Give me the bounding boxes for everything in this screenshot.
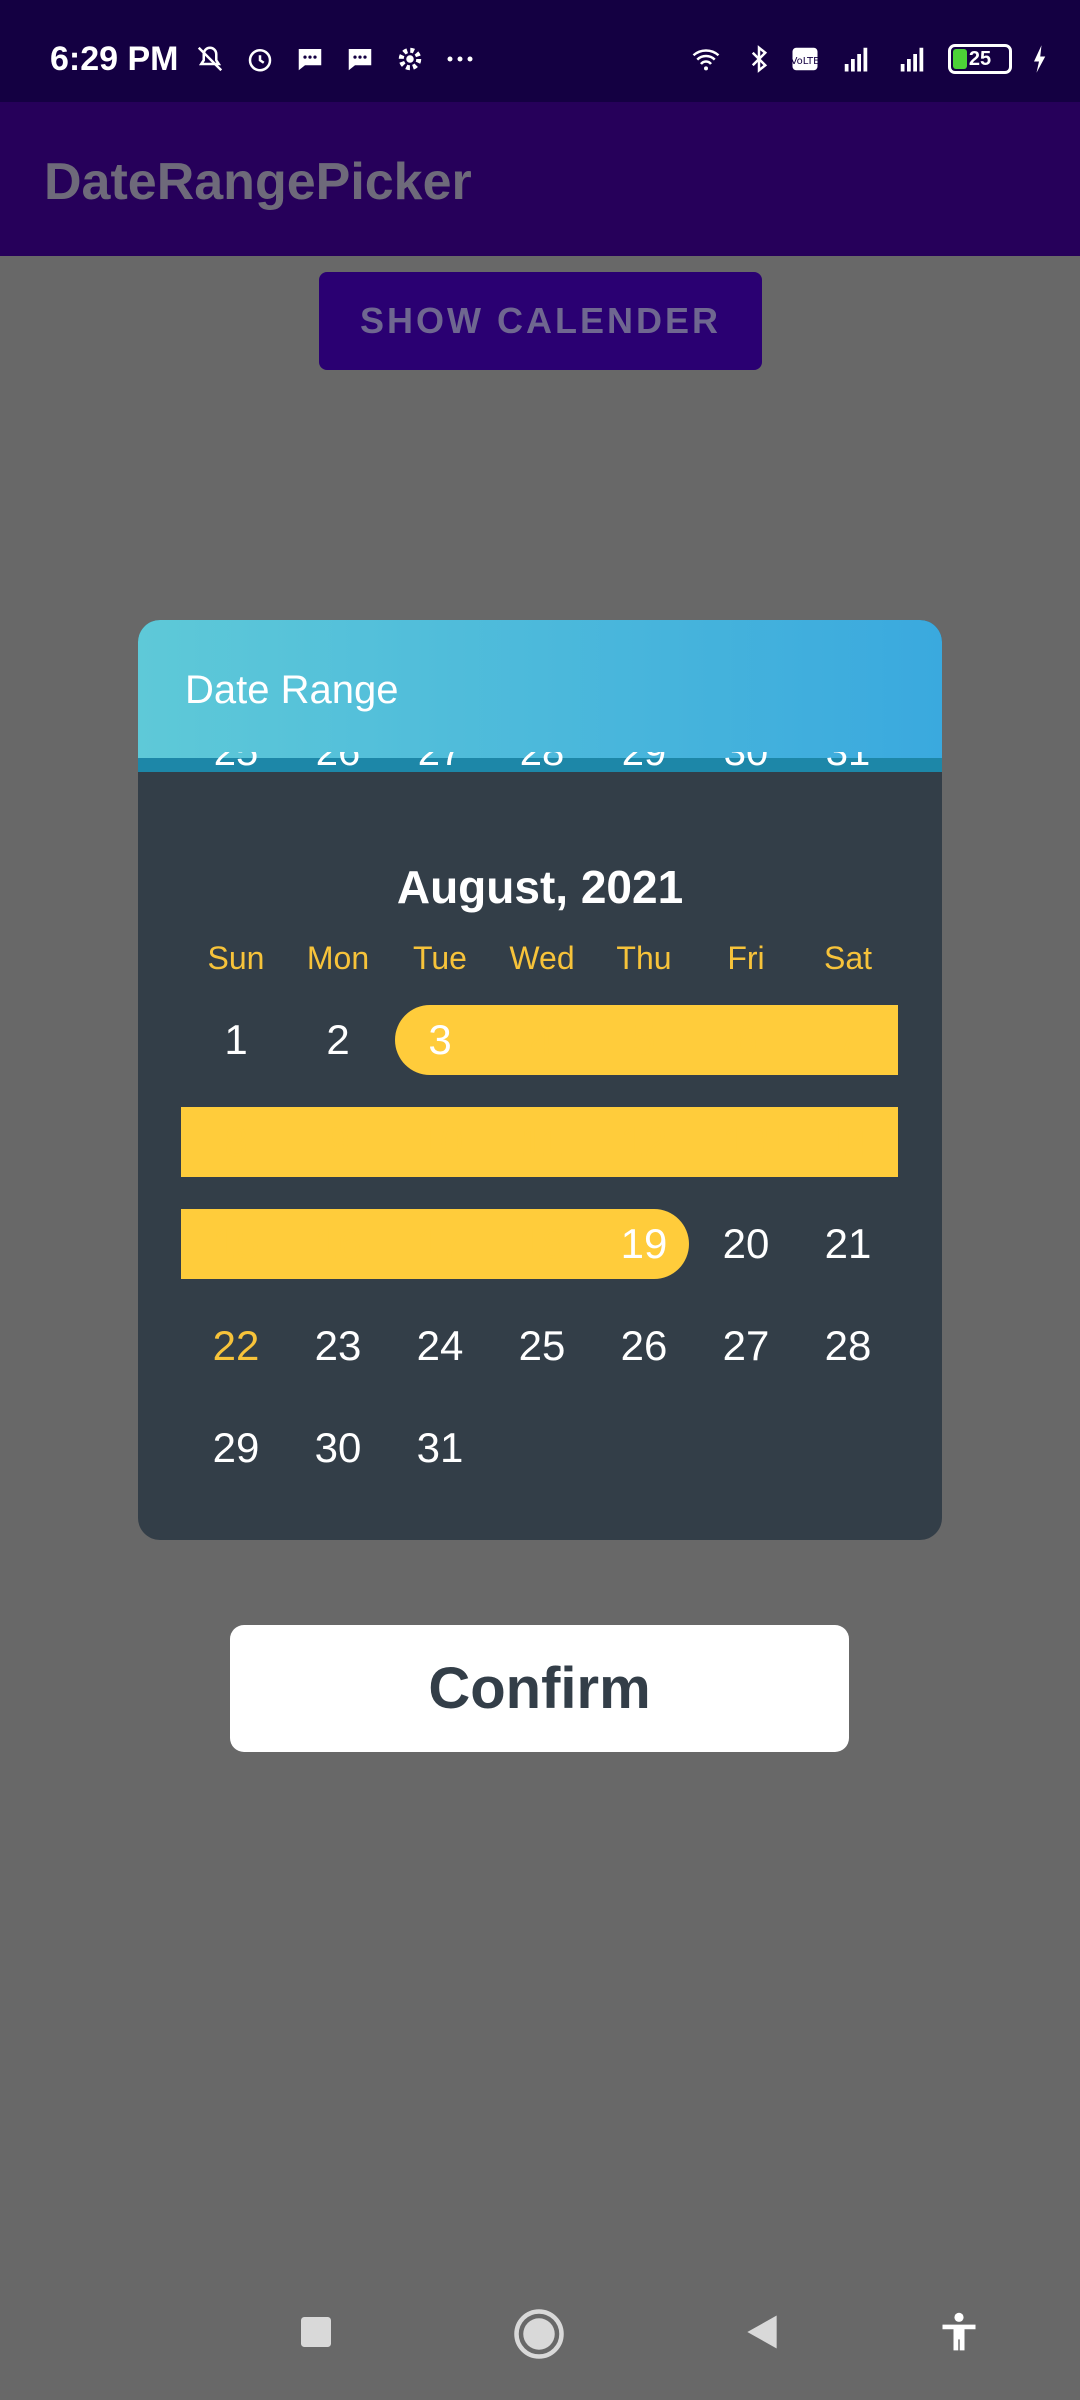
prev-month-day[interactable]: 31	[797, 752, 898, 775]
weekday-header: Sun Mon Tue Wed Thu Fri Sat	[182, 940, 898, 980]
nav-bar	[0, 2290, 1080, 2380]
calendar-day[interactable]: 14	[797, 1107, 899, 1177]
calendar-day[interactable]: 30	[287, 1413, 389, 1483]
calendar-day[interactable]: 20	[695, 1209, 797, 1279]
calendar-day[interactable]: 16	[287, 1209, 389, 1279]
calendar-day[interactable]: 10	[389, 1107, 491, 1177]
calendar-day[interactable]: 24	[389, 1311, 491, 1381]
dialog-header: Date Range	[138, 620, 942, 758]
weekday-wed: Wed	[509, 940, 575, 976]
alarm-icon	[248, 49, 272, 72]
calendar-day[interactable]: 23	[287, 1311, 389, 1381]
app-title: DateRangePicker	[44, 153, 472, 211]
calendar-day[interactable]: 6	[695, 1005, 797, 1075]
prev-month-day[interactable]: 27	[389, 752, 491, 775]
confirm-button[interactable]: Confirm	[230, 1625, 849, 1752]
more-icon	[447, 56, 473, 62]
status-icons-left	[195, 44, 475, 74]
calendar-day[interactable]: 11	[491, 1107, 593, 1177]
weekday-sat: Sat	[823, 940, 873, 976]
charging-icon	[1034, 45, 1046, 73]
prev-month-day[interactable]: 28	[491, 752, 593, 775]
prev-month-day[interactable]: 29	[593, 752, 695, 775]
status-icons-right: VoLTE 25	[684, 44, 1050, 74]
calendar-day[interactable]: 27	[695, 1311, 797, 1381]
battery-icon: 25	[948, 44, 1012, 74]
date-range-dialog: Date Range 25 26 27 28 29 30 31 August, 2021 S…	[138, 620, 942, 1540]
calendar-day[interactable]: 18	[491, 1209, 593, 1279]
calendar-day[interactable]: 28	[797, 1311, 899, 1381]
svg-text:VoLTE: VoLTE	[791, 56, 820, 67]
status-bar: 6:29 PM VoLTE 25	[0, 0, 1080, 102]
calendar-day[interactable]: 25	[491, 1311, 593, 1381]
calendar-day[interactable]: 2	[287, 1005, 389, 1075]
mute-icon	[197, 46, 223, 72]
calendar-day[interactable]: 13	[695, 1107, 797, 1177]
battery-level: 25	[968, 48, 992, 70]
calendar-day[interactable]: 29	[185, 1413, 287, 1483]
weekday-sun: Sun	[207, 940, 265, 976]
weekday-mon: Mon	[306, 940, 370, 976]
calendar-day[interactable]: 17	[389, 1209, 491, 1279]
weekday-thu: Thu	[616, 940, 672, 976]
gear-icon	[398, 47, 422, 71]
calendar-day[interactable]: 22	[185, 1311, 287, 1381]
signal-icon	[900, 47, 924, 72]
app-bar: DateRangePicker	[0, 102, 1080, 256]
previous-month-tail-row: 25 26 27 28 29 30 31	[178, 752, 898, 792]
prev-month-day[interactable]: 30	[695, 752, 797, 775]
calendar-day[interactable]: 15	[185, 1209, 287, 1279]
volte-icon: VoLTE	[791, 47, 820, 71]
wifi-icon	[692, 49, 720, 71]
show-calendar-button[interactable]: SHOW CALENDER	[319, 272, 762, 370]
status-time: 6:29 PM	[50, 40, 179, 78]
calendar-day[interactable]: 5	[593, 1005, 695, 1075]
message-icon	[298, 49, 322, 71]
prev-month-day[interactable]: 25	[185, 752, 287, 775]
calendar-day[interactable]: 8	[185, 1107, 287, 1177]
home-icon[interactable]	[512, 2307, 566, 2361]
weekday-fri: Fri	[727, 940, 765, 976]
signal-icon	[844, 47, 868, 72]
calendar-day[interactable]: 4	[491, 1005, 593, 1075]
message-icon	[348, 49, 372, 71]
calendar-day[interactable]: 21	[797, 1209, 899, 1279]
weekday-tue: Tue	[413, 940, 467, 976]
prev-month-day[interactable]: 26	[287, 752, 389, 775]
recents-icon[interactable]	[296, 2312, 336, 2352]
calendar-day[interactable]: 12	[593, 1107, 695, 1177]
dialog-title: Date Range	[185, 668, 399, 712]
calendar-day[interactable]: 9	[287, 1107, 389, 1177]
back-icon[interactable]	[740, 2310, 784, 2354]
accessibility-icon[interactable]	[937, 2310, 981, 2354]
calendar-day[interactable]: 26	[593, 1311, 695, 1381]
month-title: August, 2021	[396, 861, 684, 913]
calendar-day[interactable]: 3	[389, 1005, 491, 1075]
calendar-day[interactable]: 19	[593, 1209, 695, 1279]
calendar-day[interactable]: 1	[185, 1005, 287, 1075]
calendar-day[interactable]: 31	[389, 1413, 491, 1483]
calendar-day[interactable]: 7	[797, 1005, 899, 1075]
bluetooth-icon	[751, 45, 768, 73]
